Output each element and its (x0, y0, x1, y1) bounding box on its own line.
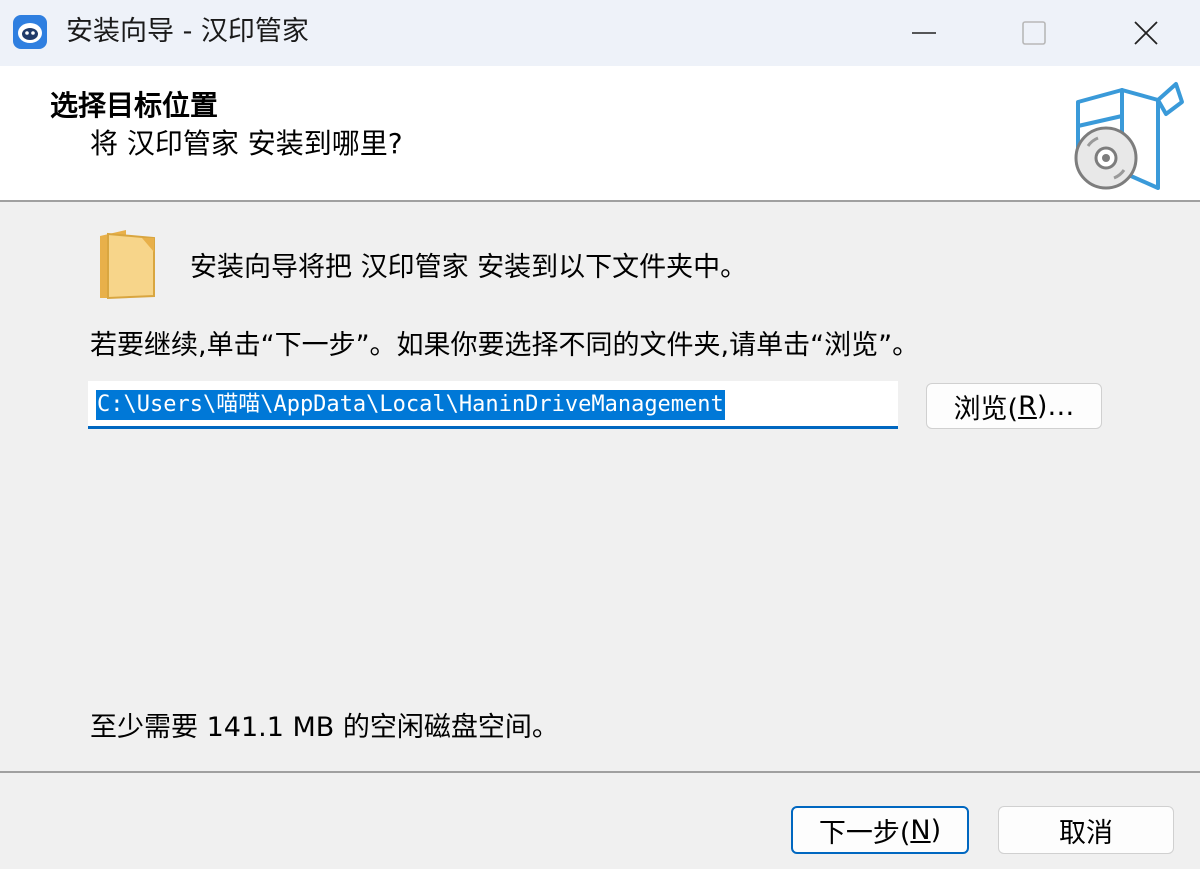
maximize-button[interactable] (984, 0, 1084, 66)
minimize-button[interactable] (874, 0, 974, 66)
close-button[interactable] (1096, 0, 1196, 66)
app-logo-icon (13, 15, 47, 49)
wizard-header: 选择目标位置 将 汉印管家 安装到哪里? (0, 66, 1200, 200)
browse-label-pre: 浏览( (953, 393, 1019, 425)
cancel-button[interactable]: 取消 (998, 806, 1174, 854)
cancel-label: 取消 (1059, 817, 1113, 849)
install-path-input[interactable]: C:\Users\喵喵\AppData\Local\HaninDriveMana… (88, 381, 898, 429)
next-button[interactable]: 下一步(N) (791, 806, 969, 854)
install-path-value: C:\Users\喵喵\AppData\Local\HaninDriveMana… (96, 390, 725, 420)
maximize-icon (1022, 21, 1046, 45)
browse-button[interactable]: 浏览(R)… (926, 383, 1102, 429)
minimize-icon (912, 32, 936, 34)
browse-mnemonic: R (1018, 390, 1037, 422)
page-subtitle: 将 汉印管家 安装到哪里? (90, 127, 403, 160)
page-title: 选择目标位置 (50, 89, 219, 122)
install-intro-text: 安装向导将把 汉印管家 安装到以下文件夹中。 (190, 252, 748, 283)
instruction-text: 若要继续,单击“下一步”。如果你要选择不同的文件夹,请单击“浏览”。 (90, 330, 920, 361)
header-divider (0, 200, 1200, 202)
disk-space-text: 至少需要 141.1 MB 的空闲磁盘空间。 (90, 712, 559, 743)
next-mnemonic: N (910, 814, 931, 846)
next-label-post: ) (930, 814, 942, 846)
setup-box-cd-icon (1074, 82, 1184, 190)
folder-icon (100, 230, 155, 300)
footer-divider (0, 771, 1200, 773)
window-title: 安装向导 - 汉印管家 (66, 16, 309, 47)
next-label-pre: 下一步( (818, 817, 911, 849)
close-icon (1134, 21, 1158, 45)
browse-label-post: )… (1036, 390, 1075, 422)
title-bar[interactable]: 安装向导 - 汉印管家 (0, 0, 1200, 66)
